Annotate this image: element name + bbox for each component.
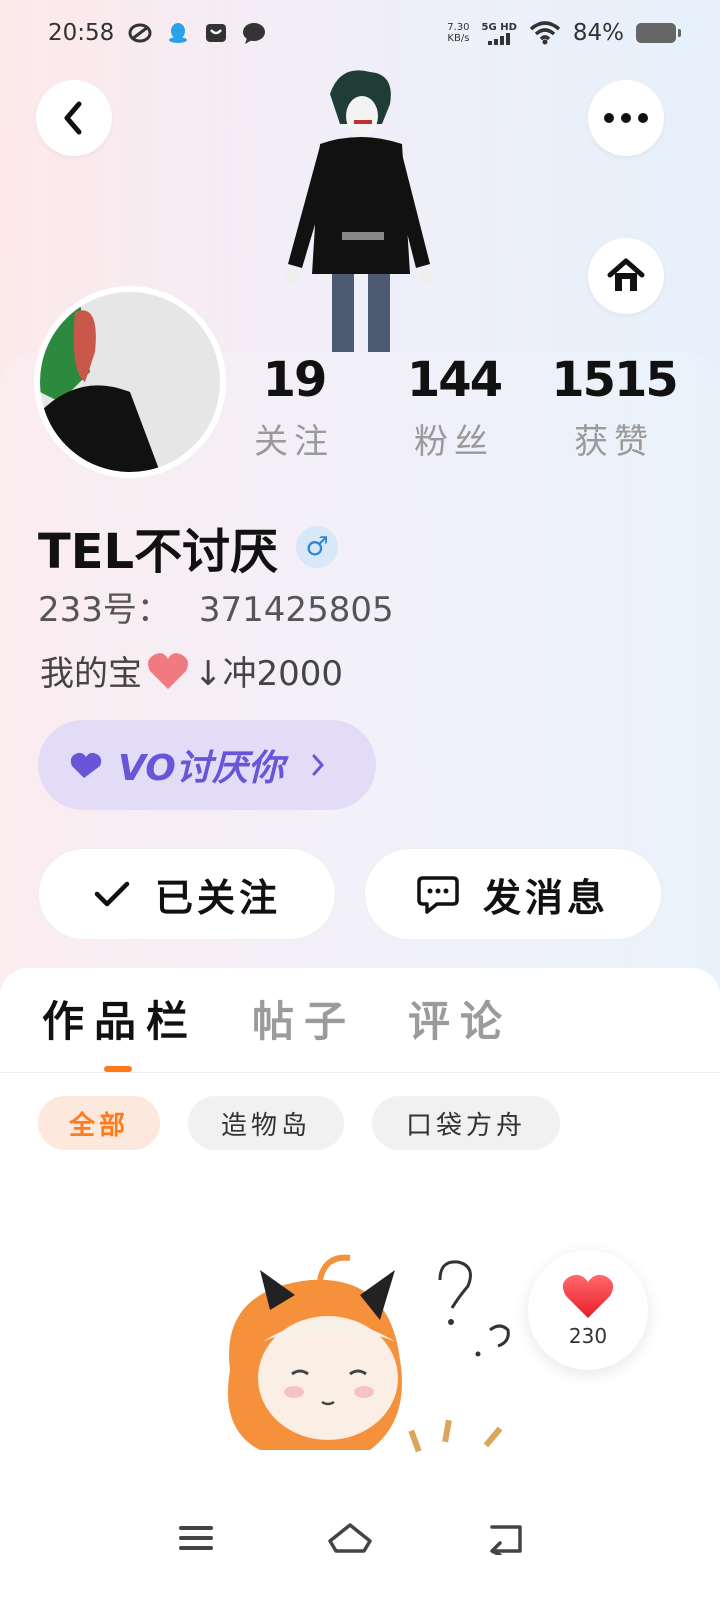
chevron-right-icon xyxy=(312,754,324,776)
network-indicator: 5G HD xyxy=(482,22,517,45)
likes-label: 获赞 xyxy=(574,422,654,462)
wifi-icon xyxy=(529,21,561,45)
followers-stat[interactable]: 144 粉丝 xyxy=(384,352,524,463)
system-navigation-bar xyxy=(0,1488,720,1612)
status-bar: 20:58 7.30 KB/s 5G HD 84% xyxy=(0,0,720,66)
profile-tabs: 作品栏 帖子 评论 xyxy=(0,988,720,1074)
net-speed: 7.30 KB/s xyxy=(447,22,470,44)
followers-count: 144 xyxy=(406,352,503,408)
home-button[interactable] xyxy=(588,238,664,314)
male-gender-icon: ♂ xyxy=(296,526,339,568)
back-button[interactable] xyxy=(36,80,112,156)
message-notification-icon xyxy=(243,23,266,44)
username-row: TEL不讨厌 ♂ xyxy=(38,512,339,582)
status-time: 20:58 xyxy=(48,20,115,46)
like-count: 230 xyxy=(568,1324,608,1348)
cover-character-image xyxy=(285,70,433,354)
following-count: 19 xyxy=(262,352,328,408)
username: TEL不讨厌 xyxy=(38,524,279,580)
tag-pill[interactable]: VO讨厌你 xyxy=(38,720,376,810)
likes-stat[interactable]: 1515 获赞 xyxy=(544,352,684,463)
message-button[interactable]: 发消息 xyxy=(364,848,662,940)
purple-heart-icon xyxy=(70,752,102,778)
back-nav-button[interactable] xyxy=(476,1508,536,1568)
uid-value: 371425805 xyxy=(198,590,394,630)
filter-chip-creation-island[interactable]: 造物岛 xyxy=(188,1096,344,1150)
heart-icon xyxy=(562,1274,614,1318)
message-button-label: 发消息 xyxy=(482,875,609,920)
profile-stats: 19 关注 144 粉丝 1515 获赞 xyxy=(0,352,720,472)
bag-icon xyxy=(206,24,227,42)
tab-posts[interactable]: 帖子 xyxy=(252,988,356,1049)
home-nav-icon xyxy=(328,1523,372,1553)
uid-label: 233号： xyxy=(38,590,171,630)
likes-count: 1515 xyxy=(551,352,679,408)
battery-icon xyxy=(636,23,681,43)
battery-percent: 84% xyxy=(572,20,624,46)
empty-state-illustration xyxy=(228,1254,510,1453)
filter-chip-all[interactable]: 全部 xyxy=(38,1096,160,1150)
back-nav-icon xyxy=(490,1525,522,1555)
home-icon xyxy=(607,258,645,291)
bio-suffix: ↓冲2000 xyxy=(194,654,344,694)
red-heart-icon xyxy=(148,652,188,689)
follow-button[interactable]: 已关注 xyxy=(38,848,336,940)
chat-icon xyxy=(417,876,459,914)
qq-icon xyxy=(169,23,188,43)
filter-chip-pocket-ark[interactable]: 口袋方舟 xyxy=(372,1096,560,1150)
follow-button-label: 已关注 xyxy=(154,875,281,920)
more-button[interactable] xyxy=(588,80,664,156)
tag-text: VO讨厌你 xyxy=(118,748,284,789)
menu-icon xyxy=(179,1526,213,1550)
tab-divider xyxy=(0,1072,720,1073)
check-icon xyxy=(94,881,130,907)
tab-works[interactable]: 作品栏 xyxy=(42,988,198,1049)
followers-label: 粉丝 xyxy=(414,422,494,462)
like-float-button[interactable]: 230 xyxy=(528,1250,648,1370)
chevron-left-icon xyxy=(64,101,82,135)
home-nav-button[interactable] xyxy=(320,1508,380,1568)
bio: 我的宝 ↓冲2000 xyxy=(40,646,343,695)
signal-icon xyxy=(488,32,511,45)
bio-prefix: 我的宝 xyxy=(40,654,142,694)
uid-row: 233号： 371425805 xyxy=(38,582,394,631)
more-icon xyxy=(604,113,648,123)
tab-comments[interactable]: 评论 xyxy=(408,988,512,1049)
app-notification-icon xyxy=(128,23,152,43)
following-stat[interactable]: 19 关注 xyxy=(224,352,364,463)
menu-nav-button[interactable] xyxy=(166,1508,226,1568)
following-label: 关注 xyxy=(254,422,334,462)
